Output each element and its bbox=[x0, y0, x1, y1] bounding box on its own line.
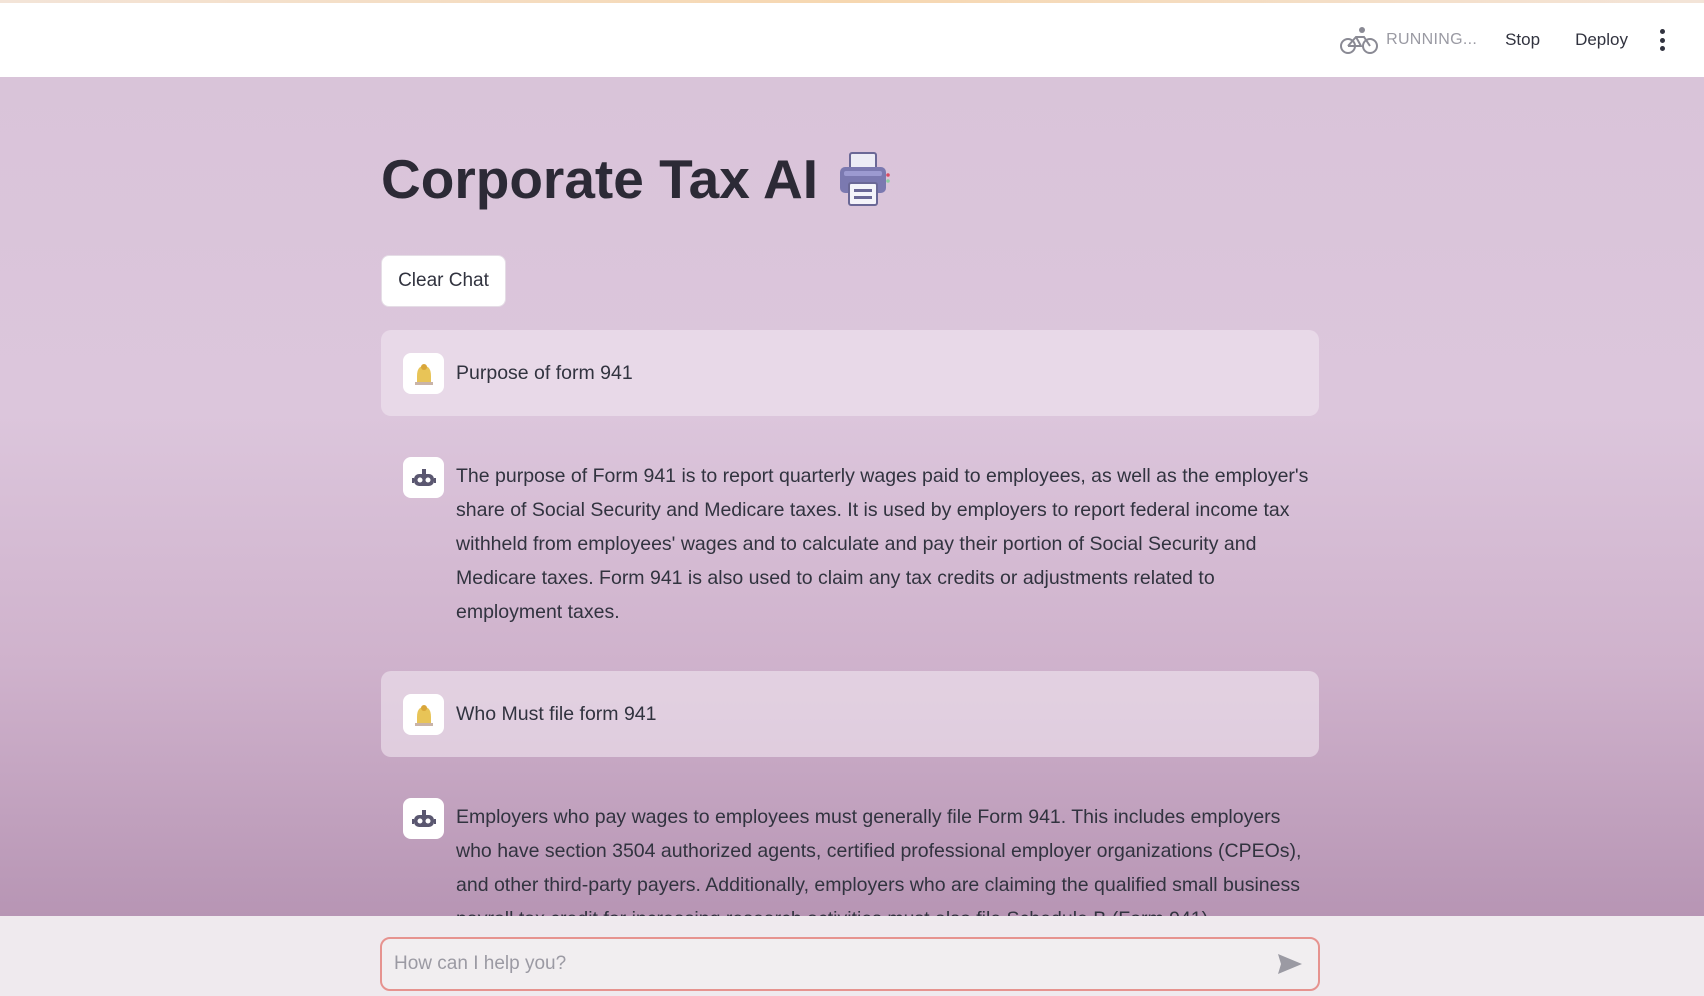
robot-avatar-icon bbox=[403, 457, 444, 498]
message-text: Who Must file form 941 bbox=[456, 703, 657, 725]
clear-chat-button[interactable]: Clear Chat bbox=[381, 255, 506, 307]
message-text: The purpose of Form 941 is to report qua… bbox=[456, 465, 1309, 623]
stop-button[interactable]: Stop bbox=[1505, 30, 1540, 50]
app-header: RUNNING... Stop Deploy bbox=[0, 3, 1704, 77]
send-icon[interactable] bbox=[1276, 952, 1304, 976]
chat-message-assistant: The purpose of Form 941 is to report qua… bbox=[381, 457, 1319, 629]
message-text: Purpose of form 941 bbox=[456, 362, 633, 384]
robot-avatar-icon bbox=[403, 798, 444, 839]
user-avatar-icon bbox=[403, 693, 444, 735]
chat-message-user: Purpose of form 941 bbox=[381, 330, 1319, 416]
running-bicycle-icon bbox=[1340, 27, 1379, 54]
printer-icon bbox=[840, 152, 890, 206]
chat-input[interactable] bbox=[394, 953, 1276, 975]
page-title: Corporate Tax AI bbox=[381, 148, 819, 210]
main-content: Corporate Tax AI Clear Chat Purpose of f… bbox=[0, 77, 1704, 916]
title-row: Corporate Tax AI bbox=[381, 147, 892, 211]
chat-message-user: Who Must file form 941 bbox=[381, 671, 1319, 757]
user-avatar-icon bbox=[403, 352, 444, 394]
message-text: Employers who pay wages to employees mus… bbox=[456, 806, 1302, 916]
chat-input-container[interactable] bbox=[380, 937, 1320, 991]
running-status: RUNNING... bbox=[1340, 24, 1477, 56]
status-text: RUNNING... bbox=[1386, 31, 1478, 48]
chat-message-assistant: Employers who pay wages to employees mus… bbox=[381, 798, 1319, 916]
more-vertical-icon[interactable] bbox=[1658, 29, 1666, 51]
deploy-button[interactable]: Deploy bbox=[1575, 30, 1628, 50]
